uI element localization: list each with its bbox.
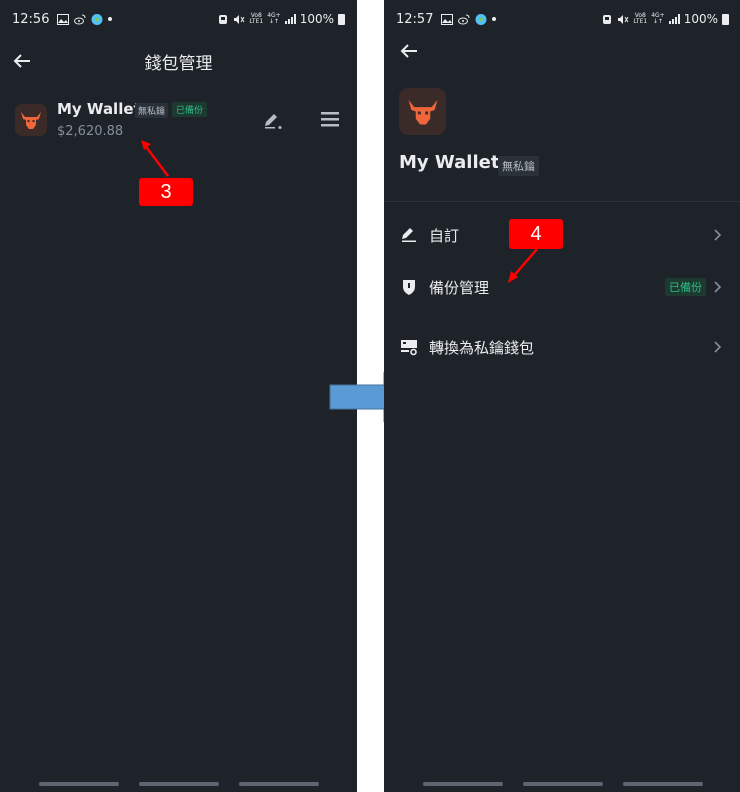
status-bar: 12:57 Vo8 LTE1 4G+ ↓↑ 100%: [384, 0, 740, 38]
app-icon: [475, 13, 487, 25]
back-arrow-icon[interactable]: [399, 41, 419, 61]
alarm-icon: [219, 14, 228, 24]
wallet-avatar-large: [399, 88, 446, 135]
bull-logo-icon: [21, 112, 41, 129]
annotation-arrow-4: [508, 248, 538, 283]
system-icons: Vo8 LTE1 4G+ ↓↑ 100%: [601, 12, 729, 26]
status-time: 12:57: [396, 11, 434, 27]
chevron-right-icon: [714, 229, 721, 241]
menu-item-convert-private-key[interactable]: 轉換為私鑰錢包: [384, 326, 740, 368]
left-screen: 12:56 Vo8 LTE1 4G+ ↓↑ 100% 錢包管理 My Wallet …: [0, 0, 357, 792]
bull-logo-icon: [408, 99, 437, 125]
pencil-icon: [402, 228, 416, 242]
no-private-key-tag: 無私鑰: [498, 156, 539, 176]
volte-indicator: Vo8 LTE1: [249, 12, 264, 25]
network-4g-indicator: 4G+ ↓↑: [651, 12, 665, 25]
gesture-bar-right[interactable]: [623, 782, 703, 786]
menu-item-label: 自訂: [429, 226, 460, 245]
wallet-balance: $2,620.88: [57, 124, 124, 139]
divider: [384, 201, 740, 202]
shield-icon: [403, 280, 415, 295]
notification-icons: [441, 13, 497, 25]
status-bar: 12:56 Vo8 LTE1 4G+ ↓↑ 100%: [0, 0, 357, 38]
gesture-bar-home[interactable]: [523, 782, 603, 786]
signal-icon: [668, 14, 680, 24]
annotation-arrow-3: [141, 140, 169, 177]
menu-item-label: 備份管理: [429, 278, 490, 297]
battery-icon: [722, 13, 729, 25]
network-4g-indicator: 4G+ ↓↑: [267, 12, 281, 25]
signal-icon: [284, 14, 296, 24]
step-callout-4: 4: [509, 219, 563, 249]
no-private-key-tag: 無私鑰: [135, 103, 169, 118]
menu-item-backup-management[interactable]: 備份管理 已備份: [384, 266, 740, 308]
alarm-icon: [603, 14, 612, 24]
weibo-icon: [458, 14, 470, 24]
page-title: 錢包管理: [144, 54, 213, 74]
gesture-bar-left[interactable]: [423, 782, 503, 786]
notification-icons: [57, 13, 113, 25]
gesture-bar-right[interactable]: [239, 782, 319, 786]
system-icons: Vo8 LTE1 4G+ ↓↑ 100%: [217, 12, 345, 26]
status-time: 12:56: [12, 11, 50, 27]
image-icon: [441, 13, 454, 25]
image-icon: [57, 13, 70, 25]
drag-handle-icon[interactable]: [321, 110, 339, 128]
battery-icon: [338, 13, 345, 25]
backed-up-tag: 已備份: [172, 102, 208, 117]
wallet-row[interactable]: My Wallet 無私鑰 已備份 $2,620.88: [0, 98, 357, 148]
edit-icon[interactable]: [263, 112, 283, 130]
app-icon: [91, 13, 103, 25]
gesture-bar-left[interactable]: [39, 782, 119, 786]
battery-percent: 100%: [299, 12, 334, 26]
chevron-right-icon: [714, 281, 721, 293]
step-callout-3: 3: [139, 178, 193, 206]
volte-indicator: Vo8 LTE1: [633, 12, 648, 25]
right-screen: 12:57 Vo8 LTE1 4G+ ↓↑ 100% My Wallet 無私鑰 自…: [384, 0, 740, 792]
more-notifications-dot: [108, 17, 113, 21]
gesture-bar-home[interactable]: [139, 782, 219, 786]
menu-item-label: 轉換為私鑰錢包: [429, 338, 535, 357]
more-notifications-dot: [492, 17, 497, 21]
wallet-name: My Wallet: [399, 152, 500, 173]
mute-icon: [618, 14, 629, 24]
wallet-name: My Wallet: [57, 100, 141, 118]
weibo-icon: [74, 14, 86, 24]
key-transfer-icon: [401, 340, 417, 356]
battery-percent: 100%: [683, 12, 718, 26]
backed-up-tag: 已備份: [665, 278, 706, 296]
wallet-avatar: [15, 104, 47, 136]
chevron-right-icon: [714, 341, 721, 353]
mute-icon: [234, 14, 245, 24]
